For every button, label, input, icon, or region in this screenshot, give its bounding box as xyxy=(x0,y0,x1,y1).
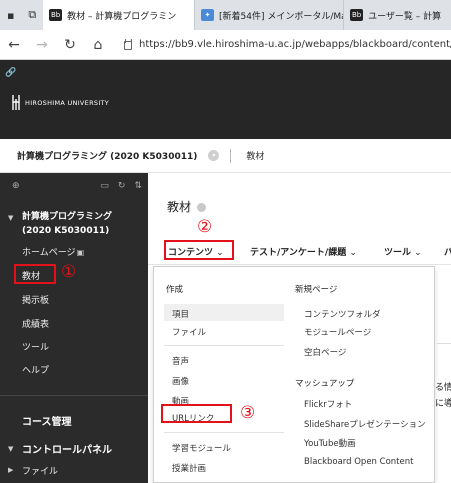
menu-partial-button[interactable]: パ xyxy=(444,245,451,258)
dropdown-heading-create: 作成 xyxy=(166,285,184,295)
sidebar-toolbar: ⊕ ▭ ↻ ⇅ xyxy=(0,173,148,198)
dropdown-item-open-content[interactable]: Blackboard Open Content xyxy=(304,457,413,467)
dropdown-item-blank-page[interactable]: 空白ページ xyxy=(304,346,346,358)
browser-tab-label: [新着54件] メインポータル/Mai xyxy=(219,11,344,22)
browser-tab-users[interactable]: Bb ユーザー覧 – 計算 xyxy=(343,0,451,30)
dropdown-item-content-folder[interactable]: コンテンツフォルダ xyxy=(304,308,381,320)
breadcrumb-course-link[interactable]: 計算機プログラミング (2020 K5030011) xyxy=(17,149,197,162)
menu-label: テスト/アンケート/課題 xyxy=(250,248,347,258)
annotation-box-materials xyxy=(14,264,56,284)
browser-tab-strip: ▪ ⧉ Bb 教材 – 計算機プログラミン ✦ [新着54件] メインポータル/… xyxy=(0,0,451,30)
tab-actions-icon[interactable]: ⧉ xyxy=(22,0,44,30)
sidebar-section-course-management[interactable]: コース管理 xyxy=(22,413,72,428)
dropdown-item-flickr[interactable]: Flickrフォト xyxy=(304,398,352,410)
dropdown-item-youtube[interactable]: YouTube動画 xyxy=(304,437,356,449)
sidebar-item-tools[interactable]: ツール xyxy=(22,340,49,353)
window-menu-icon[interactable]: ▪ xyxy=(0,0,22,30)
annotation-number-2: ② xyxy=(197,217,213,237)
site-header: 🔗 HIROSHIMA UNIVERSITY xyxy=(0,60,451,139)
dropdown-item-learning-module[interactable]: 学習モジュール xyxy=(172,442,231,454)
sidebar-course-name: 計算機プログラミング xyxy=(22,212,113,222)
dropdown-item-audio[interactable]: 音声 xyxy=(172,355,189,367)
university-logo-text: HIROSHIMA UNIVERSITY xyxy=(25,99,110,107)
content-fragment-text: に導入 xyxy=(435,399,451,409)
browser-address-bar: ← → ↻ ⌂ https://bb9.vle.hiroshima-u.ac.j… xyxy=(0,30,451,60)
breadcrumb-current-page: 教材 xyxy=(246,152,265,162)
dropdown-item-module-page[interactable]: モジュールページ xyxy=(304,326,371,338)
home-icon[interactable]: ⌂ xyxy=(84,30,112,60)
dropdown-item-image[interactable]: 画像 xyxy=(172,375,189,387)
sidebar-item-grades[interactable]: 成績表 xyxy=(22,317,49,330)
collapse-caret-icon[interactable]: ▼ xyxy=(8,214,13,222)
menu-tools-button[interactable]: ツール ⌄ xyxy=(384,245,422,258)
annotation-box-url-link xyxy=(161,404,232,423)
breadcrumb-separator xyxy=(230,148,232,163)
browser-tab-portal[interactable]: ✦ [新着54件] メインポータル/Mai xyxy=(194,0,343,30)
dropdown-heading-new-page: 新規ページ xyxy=(295,285,338,295)
sidebar-divider xyxy=(0,395,148,396)
breadcrumb: 計算機プログラミング (2020 K5030011) ▾ 教材 xyxy=(0,139,451,173)
dropdown-heading-mashup: マッシュアップ xyxy=(295,379,355,389)
dropdown-item-slideshare[interactable]: SlideShareプレゼンテーション xyxy=(304,418,426,430)
add-menu-item-icon[interactable]: ⊕ xyxy=(12,181,20,191)
dropdown-separator xyxy=(164,345,284,346)
dropdown-item-file[interactable]: ファイル xyxy=(172,326,206,338)
sidebar-item-bulletin[interactable]: 掲示板 xyxy=(22,293,49,306)
sidebar-course-title[interactable]: 計算機プログラミング (2020 K5030011) xyxy=(22,210,112,238)
menu-label: ツール xyxy=(384,248,412,258)
blackboard-favicon-icon: Bb xyxy=(350,9,364,21)
forward-arrow-icon[interactable]: → xyxy=(28,30,56,60)
dropdown-separator xyxy=(164,432,284,433)
page-title: 教材 xyxy=(167,200,192,214)
menu-tests-button[interactable]: テスト/アンケート/課題 ⌄ xyxy=(250,245,357,258)
page-title-menu-icon[interactable] xyxy=(197,203,206,212)
sidebar-item-label: ホームページ xyxy=(22,248,76,258)
sidebar-section-control-panel[interactable]: コントロールパネル xyxy=(22,441,112,456)
homepage-badge-icon: ▣ xyxy=(76,248,85,257)
blackboard-favicon-icon: Bb xyxy=(49,9,63,21)
sidebar-course-code: (2020 K5030011) xyxy=(22,226,110,236)
chevron-down-icon: ⌄ xyxy=(349,248,357,258)
annotation-number-3: ③ xyxy=(240,403,256,423)
reload-icon[interactable]: ↻ xyxy=(56,30,84,60)
dropdown-item-lesson-plan[interactable]: 授業計画 xyxy=(172,462,206,474)
lock-icon xyxy=(124,39,132,50)
annotation-number-1: ① xyxy=(61,262,77,282)
browser-tab-label: 教材 – 計算機プログラミン xyxy=(67,11,177,22)
url-text: https://bb9.vle.hiroshima-u.ac.jp/webapp… xyxy=(139,39,451,50)
university-logo-icon xyxy=(12,95,20,110)
portal-favicon-icon: ✦ xyxy=(201,9,215,21)
content-fragment-text: る情 xyxy=(435,383,451,393)
collapse-caret-icon[interactable]: ▼ xyxy=(8,445,13,453)
expand-caret-icon[interactable]: ▶ xyxy=(8,466,13,474)
browser-tab-label: ユーザー覧 – 計算 xyxy=(368,11,442,22)
annotation-box-content xyxy=(164,240,234,260)
back-arrow-icon[interactable]: ← xyxy=(0,30,28,60)
folder-view-icon[interactable]: ▭ xyxy=(100,181,109,191)
sidebar-item-help[interactable]: ヘルプ xyxy=(22,363,49,376)
course-menu-sidebar: ⊕ ▭ ↻ ⇅ ▼ 計算機プログラミング (2020 K5030011) ホーム… xyxy=(0,173,148,483)
content-dropdown-menu: 作成 項目 ファイル 音声 画像 動画 URLリンク 学習モジュール 授業計画 … xyxy=(153,266,435,483)
link-icon[interactable]: 🔗 xyxy=(5,68,16,78)
dropdown-item-item[interactable]: 項目 xyxy=(172,308,189,320)
sort-icon[interactable]: ⇅ xyxy=(134,181,142,191)
url-field[interactable]: https://bb9.vle.hiroshima-u.ac.jp/webapp… xyxy=(124,39,451,50)
sidebar-item-homepage[interactable]: ホームページ▣ xyxy=(22,245,84,258)
breadcrumb-menu-icon[interactable]: ▾ xyxy=(208,150,220,161)
chevron-down-icon: ⌄ xyxy=(414,248,422,258)
refresh-icon[interactable]: ↻ xyxy=(118,181,126,191)
content-divider xyxy=(437,343,451,344)
browser-tab-active[interactable]: Bb 教材 – 計算機プログラミン xyxy=(43,0,195,30)
sidebar-item-files[interactable]: ファイル xyxy=(22,464,58,477)
